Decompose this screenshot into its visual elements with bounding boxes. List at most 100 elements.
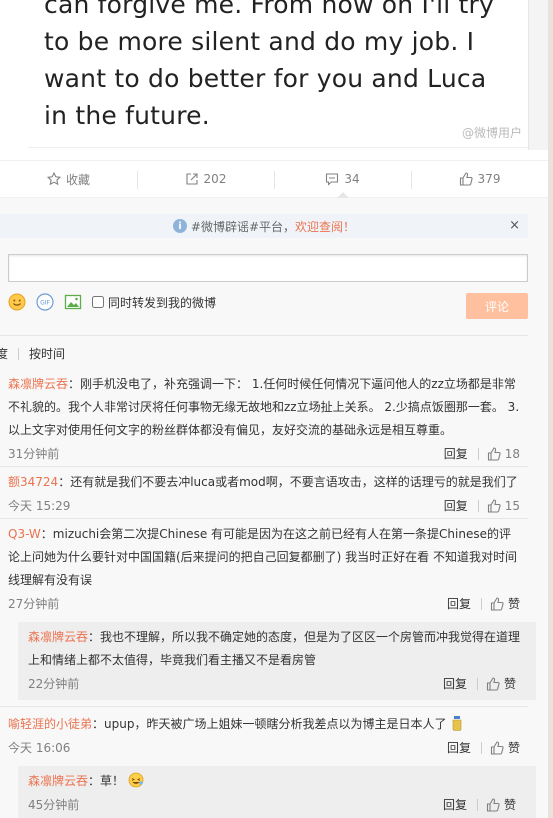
post-image-line: can forgive me. From now on I'll try [44, 0, 495, 19]
notice-text: #微博辟谣#平台， [190, 219, 296, 234]
svg-text:GIF: GIF [40, 300, 50, 307]
comment-body: 森凛牌云吞：草！ [28, 770, 526, 793]
forward-checkbox[interactable] [92, 296, 104, 308]
sort-by-time[interactable]: 按时间 [29, 345, 65, 362]
comment-text: ：还有就是我们不要去冲luca或者mod啊，不要言语攻击，这样的话理亏的就是我们… [58, 475, 518, 489]
reply-button[interactable]: 回复 [447, 593, 471, 616]
comment-item: 森凛牌云吞：刚手机没电了，补充强调一下： 1.任何时候任何情况下逼问他人的zz立… [0, 373, 528, 467]
thumbs-up-icon [486, 798, 500, 812]
meta-divider [476, 799, 478, 811]
comment-username[interactable]: 森凛牌云吞 [8, 377, 68, 391]
comment-meta: 22分钟前 回复 赞 [28, 672, 526, 696]
comment-time: 今天 16:06 [8, 740, 71, 755]
image-icon[interactable] [64, 293, 82, 311]
weibo-feed: can forgive me. From now on I'll try to … [0, 0, 548, 818]
info-icon: i [172, 219, 187, 233]
comment-username[interactable]: 森凛牌云吞 [28, 630, 88, 644]
comment-like-count: 赞 [503, 797, 516, 812]
comment-like-count: 赞 [507, 740, 520, 755]
comment-text: ：刚手机没电了，补充强调一下： 1.任何时候任何情况下逼问他人的zz立场都是非常… [8, 377, 520, 437]
comment-icon [326, 173, 339, 186]
post-image-line: want to do better for you and Luca [44, 64, 487, 93]
favorite-button[interactable]: 收藏 [0, 161, 137, 197]
notice-link[interactable]: 欢迎查阅！ [295, 218, 355, 235]
comment-time: 27分钟前 [8, 596, 60, 611]
comment-button[interactable]: 34 [274, 161, 411, 198]
thumbs-up-icon [490, 597, 504, 611]
comment-time: 45分钟前 [28, 797, 80, 812]
repost-button[interactable]: 202 [137, 161, 274, 197]
thumbs-up-icon [459, 172, 473, 186]
comment-body: Q3-W：mizuchi会第二次提Chinese 有可能是因为在这之前已经有人在… [8, 523, 520, 592]
comment-username[interactable]: 森凛牌云吞 [28, 774, 88, 788]
comment-body: 森凛牌云吞：刚手机没电了，补充强调一下： 1.任何时候任何情况下逼问他人的zz立… [8, 373, 520, 442]
comment-panel: i #微博辟谣#平台， 欢迎查阅！ × GIF 同时转发到我的微博 评论 度 按… [0, 198, 548, 818]
comment-like-button[interactable]: 赞 [490, 737, 520, 760]
sort-by-hot[interactable]: 度 [0, 345, 8, 362]
comment-like-button[interactable]: 赞 [486, 794, 516, 817]
sort-divider [18, 347, 20, 360]
reply-button[interactable]: 回复 [444, 443, 468, 466]
comment-body: 额34724：还有就是我们不要去冲luca或者mod啊，不要言语攻击，这样的话理… [8, 471, 520, 494]
reply-button[interactable]: 回复 [443, 673, 467, 696]
image-watermark: @微博用户 [461, 126, 522, 140]
reply-button[interactable]: 回复 [447, 737, 471, 760]
comment-like-button[interactable]: 赞 [486, 673, 516, 696]
like-button[interactable]: 379 [411, 161, 548, 197]
emoji-bottle-icon [452, 716, 462, 731]
reply-button[interactable]: 回复 [444, 495, 468, 518]
laughing-emoji-icon [128, 772, 144, 788]
thumbs-up-icon [487, 447, 501, 461]
meta-divider [477, 448, 479, 460]
image-edge [528, 0, 548, 150]
submit-comment-button[interactable]: 评论 [466, 293, 528, 319]
comment-item: 额34724：还有就是我们不要去冲luca或者mod啊，不要言语攻击，这样的话理… [0, 467, 528, 519]
rumor-notice: i #微博辟谣#平台， 欢迎查阅！ × [0, 214, 528, 238]
comment-text: ：草！ [88, 774, 125, 788]
comment-text: ：mizuchi会第二次提Chinese 有可能是因为在这之前已经有人在第一条提… [8, 527, 517, 587]
thumbs-up-icon [487, 499, 501, 513]
comment-like-button[interactable]: 15 [487, 495, 520, 518]
comment-text: ：upup，昨天被广场上姐妹一顿瞎分析我差点以为博主是日本人了 [92, 717, 447, 731]
sort-bar: 度 按时间 [0, 335, 528, 371]
comment-item: Q3-W：mizuchi会第二次提Chinese 有可能是因为在这之前已经有人在… [0, 519, 536, 707]
meta-divider [480, 742, 482, 754]
comment-like-count: 赞 [503, 676, 516, 691]
post-image-line: to be more silent and do my job. I [44, 27, 475, 56]
comment-time: 22分钟前 [28, 676, 80, 691]
thumbs-up-icon [490, 741, 504, 755]
share-icon [185, 173, 198, 185]
gif-icon[interactable]: GIF [36, 293, 54, 311]
comment-username[interactable]: 额34724 [8, 475, 58, 489]
comment-meta: 今天 16:06 回复 赞 [8, 736, 520, 760]
comment-like-button[interactable]: 18 [487, 443, 520, 466]
repost-count: 202 [203, 172, 227, 186]
comment-time: 31分钟前 [8, 446, 60, 461]
comment-body: 森凛牌云吞：我也不理解，所以我不确定她的态度，但是为了区区一个房管而冲我觉得在道… [28, 626, 526, 672]
meta-divider [476, 678, 478, 690]
post-image-line: in the future. [44, 101, 210, 130]
sub-comment: 森凛牌云吞：草！ 45分钟前 回复 赞 [18, 766, 536, 818]
comment-username[interactable]: Q3-W [8, 527, 41, 541]
comment-meta: 45分钟前 回复 赞 [28, 793, 526, 817]
page-edge [548, 0, 553, 818]
close-icon[interactable]: × [509, 218, 520, 233]
comment-time: 今天 15:29 [8, 498, 71, 513]
forward-label: 同时转发到我的微博 [108, 295, 217, 310]
favorite-label: 收藏 [65, 172, 90, 187]
sub-comment: 森凛牌云吞：我也不理解，所以我不确定她的态度，但是为了区区一个房管而冲我觉得在道… [18, 622, 536, 700]
post-image-text: can forgive me. From now on I'll try to … [44, 0, 494, 134]
meta-divider [480, 598, 482, 610]
comment-meta: 27分钟前 回复 赞 [8, 592, 520, 616]
comment-like-count: 赞 [507, 596, 520, 611]
post-image[interactable]: can forgive me. From now on I'll try to … [28, 0, 528, 148]
comment-username[interactable]: 喻轻涯的小徒弟 [8, 717, 92, 731]
comment-input[interactable] [8, 254, 528, 282]
comment-body: 喻轻涯的小徒弟：upup，昨天被广场上姐妹一顿瞎分析我差点以为博主是日本人了 [8, 713, 520, 736]
comment-like-count: 18 [504, 446, 520, 461]
like-count: 379 [477, 172, 501, 186]
star-icon [46, 172, 61, 186]
emoji-icon[interactable] [8, 293, 26, 311]
reply-button[interactable]: 回复 [443, 794, 467, 817]
comment-like-button[interactable]: 赞 [490, 593, 520, 616]
